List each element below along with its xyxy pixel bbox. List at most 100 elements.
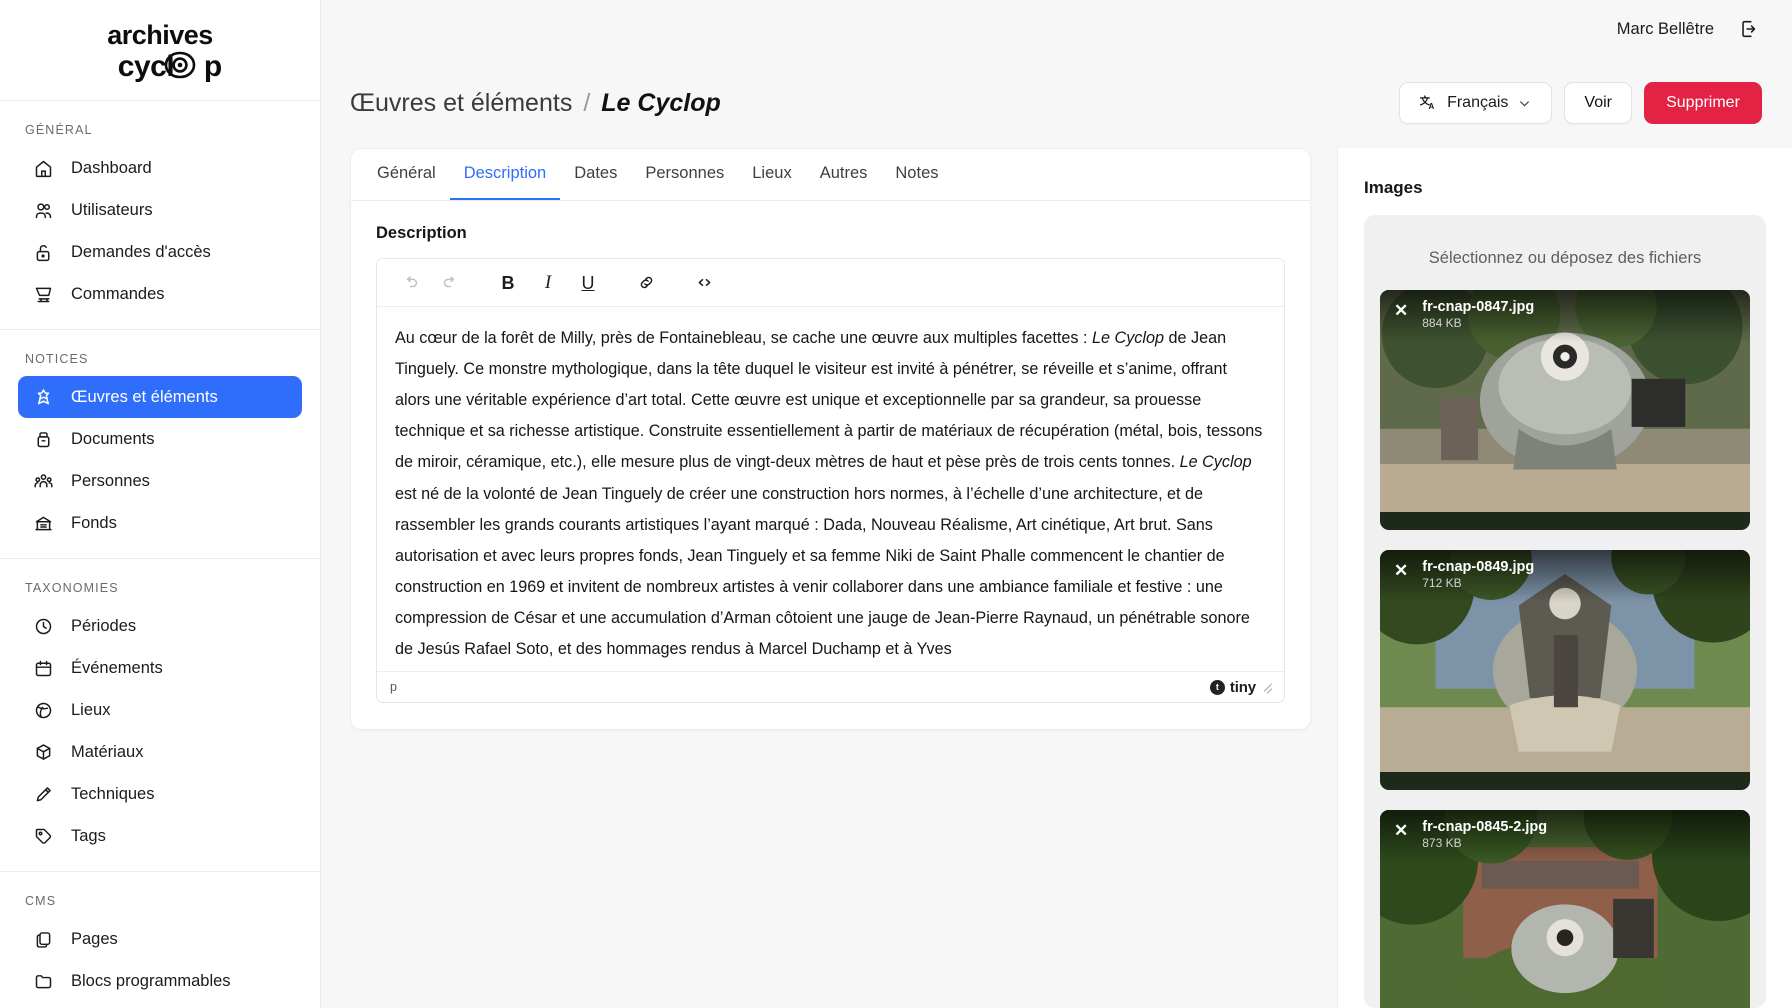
sidebar-item-documents[interactable]: Documents bbox=[18, 418, 302, 460]
description-paragraph: Au cœur de la forêt de Milly, près de Fo… bbox=[395, 323, 1266, 665]
sidebar-group-title: NOTICES bbox=[0, 348, 320, 376]
underline-icon[interactable]: U bbox=[569, 266, 607, 300]
cube-icon bbox=[33, 742, 54, 763]
image-meta: fr-cnap-0845-2.jpg 873 KB bbox=[1422, 819, 1547, 850]
sidebar-item-demandes-dacces[interactable]: Demandes d'accès bbox=[18, 231, 302, 273]
tab-bar: Général Description Dates Personnes Lieu… bbox=[351, 149, 1310, 201]
rich-text-editor: B I U A bbox=[376, 258, 1285, 703]
close-icon[interactable]: ✕ bbox=[1394, 562, 1408, 579]
chevron-down-icon bbox=[1517, 96, 1532, 111]
tab-lieux[interactable]: Lieux bbox=[738, 149, 805, 200]
link-icon[interactable] bbox=[627, 266, 665, 300]
delete-button[interactable]: Supprimer bbox=[1644, 82, 1762, 124]
sidebar-item-techniques[interactable]: Techniques bbox=[18, 773, 302, 815]
tab-dates[interactable]: Dates bbox=[560, 149, 631, 200]
dropzone-label: Sélectionnez ou déposez des fichiers bbox=[1429, 249, 1701, 268]
sidebar-group-title: CMS bbox=[0, 890, 320, 918]
translate-icon: 文 A bbox=[1419, 94, 1438, 113]
sidebar-item-evenements[interactable]: Événements bbox=[18, 647, 302, 689]
app-logo[interactable]: archives cycl p bbox=[0, 0, 320, 101]
shopping-cart-icon bbox=[33, 284, 54, 305]
sidebar-item-tags[interactable]: Tags bbox=[18, 815, 302, 857]
page-header-actions: 文 A Français Voir Supprimer bbox=[1399, 82, 1762, 124]
tab-autres[interactable]: Autres bbox=[806, 149, 882, 200]
content-area: Général Description Dates Personnes Lieu… bbox=[321, 148, 1792, 1008]
user-name: Marc Bellêtre bbox=[1617, 20, 1714, 39]
sidebar-item-label: Dashboard bbox=[71, 159, 152, 178]
sidebar-item-fonds[interactable]: Fonds bbox=[18, 502, 302, 544]
topbar: Marc Bellêtre bbox=[321, 0, 1792, 58]
lock-open-icon bbox=[33, 242, 54, 263]
undo-icon[interactable] bbox=[391, 266, 429, 300]
sidebar-item-label: Périodes bbox=[71, 617, 136, 636]
tag-icon bbox=[33, 826, 54, 847]
bold-icon[interactable]: B bbox=[489, 266, 527, 300]
tab-description[interactable]: Description bbox=[450, 149, 561, 200]
tab-personnes[interactable]: Personnes bbox=[631, 149, 738, 200]
editor-toolbar: B I U bbox=[377, 259, 1284, 307]
calendar-icon bbox=[33, 658, 54, 679]
copy-icon bbox=[33, 929, 54, 950]
sidebar-item-utilisateurs[interactable]: Utilisateurs bbox=[18, 189, 302, 231]
editor-content[interactable]: Au cœur de la forêt de Milly, près de Fo… bbox=[377, 307, 1284, 671]
close-icon[interactable]: ✕ bbox=[1394, 302, 1408, 319]
image-thumb[interactable]: ✕ fr-cnap-0845-2.jpg 873 KB bbox=[1380, 810, 1750, 1008]
sidebar-item-oeuvres-et-elements[interactable]: Œuvres et éléments bbox=[18, 376, 302, 418]
element-path[interactable]: p bbox=[390, 680, 397, 694]
description-card: Général Description Dates Personnes Lieu… bbox=[350, 148, 1311, 730]
archives-cyclop-logo-icon: archives cycl p bbox=[80, 14, 240, 86]
file-dropzone[interactable]: Sélectionnez ou déposez des fichiers bbox=[1364, 215, 1766, 1008]
images-panel-title: Images bbox=[1364, 178, 1766, 198]
sidebar-item-periodes[interactable]: Périodes bbox=[18, 605, 302, 647]
code-icon[interactable] bbox=[685, 266, 723, 300]
svg-text:archives: archives bbox=[107, 20, 213, 50]
italic-icon[interactable]: I bbox=[529, 266, 567, 300]
close-icon[interactable]: ✕ bbox=[1394, 822, 1408, 839]
image-meta: fr-cnap-0849.jpg 712 KB bbox=[1422, 559, 1534, 590]
archive-icon bbox=[33, 429, 54, 450]
image-thumb-overlay: ✕ fr-cnap-0847.jpg 884 KB bbox=[1380, 290, 1750, 342]
image-thumb[interactable]: ✕ fr-cnap-0849.jpg 712 KB bbox=[1380, 550, 1750, 790]
svg-text:A: A bbox=[1429, 102, 1435, 111]
sidebar-item-dashboard[interactable]: Dashboard bbox=[18, 147, 302, 189]
sidebar-item-materiaux[interactable]: Matériaux bbox=[18, 731, 302, 773]
tab-notes[interactable]: Notes bbox=[881, 149, 952, 200]
image-file-size: 873 KB bbox=[1422, 836, 1547, 850]
sidebar-group-title: GÉNÉRAL bbox=[0, 119, 320, 147]
home-icon bbox=[33, 158, 54, 179]
folder-icon bbox=[33, 971, 54, 992]
sidebar-item-blocs-programmables[interactable]: Blocs programmables bbox=[18, 960, 302, 1002]
language-selector[interactable]: 文 A Français bbox=[1399, 82, 1552, 124]
sidebar-item-label: Utilisateurs bbox=[71, 201, 153, 220]
sidebar-group-notices: NOTICES Œuvres et éléments Documents Per… bbox=[0, 330, 320, 559]
redo-icon[interactable] bbox=[431, 266, 469, 300]
users-icon bbox=[33, 200, 54, 221]
sidebar-item-label: Pages bbox=[71, 930, 118, 949]
pencil-icon bbox=[33, 784, 54, 805]
sidebar-item-pages[interactable]: Pages bbox=[18, 918, 302, 960]
sidebar-item-label: Blocs programmables bbox=[71, 972, 231, 991]
editor-resize-handle[interactable] bbox=[1264, 682, 1275, 693]
clock-icon bbox=[33, 616, 54, 637]
sidebar-item-personnes[interactable]: Personnes bbox=[18, 460, 302, 502]
breadcrumb-separator: / bbox=[572, 89, 601, 118]
image-thumb[interactable]: ✕ fr-cnap-0847.jpg 884 KB bbox=[1380, 290, 1750, 530]
breadcrumb: Œuvres et éléments / Le Cyclop bbox=[350, 89, 721, 118]
sidebar-item-commandes[interactable]: Commandes bbox=[18, 273, 302, 315]
breadcrumb-parent[interactable]: Œuvres et éléments bbox=[350, 89, 572, 118]
image-file-name: fr-cnap-0847.jpg bbox=[1422, 299, 1534, 315]
tab-general[interactable]: Général bbox=[363, 149, 450, 200]
tinymce-brand-label: tiny bbox=[1230, 679, 1256, 696]
main-area: Marc Bellêtre Œuvres et éléments / Le Cy… bbox=[321, 0, 1792, 1008]
globe-icon bbox=[33, 700, 54, 721]
app-root: archives cycl p GÉNÉRAL Dashboard Utilis… bbox=[0, 0, 1792, 1008]
puzzle-icon bbox=[33, 387, 54, 408]
logout-icon[interactable] bbox=[1736, 16, 1762, 42]
sidebar-item-label: Fonds bbox=[71, 514, 117, 533]
tinymce-branding[interactable]: t tiny bbox=[1210, 679, 1256, 696]
image-file-size: 884 KB bbox=[1422, 316, 1534, 330]
language-label: Français bbox=[1447, 94, 1508, 112]
sidebar-item-label: Personnes bbox=[71, 472, 150, 491]
sidebar-item-lieux[interactable]: Lieux bbox=[18, 689, 302, 731]
view-button[interactable]: Voir bbox=[1564, 82, 1632, 124]
